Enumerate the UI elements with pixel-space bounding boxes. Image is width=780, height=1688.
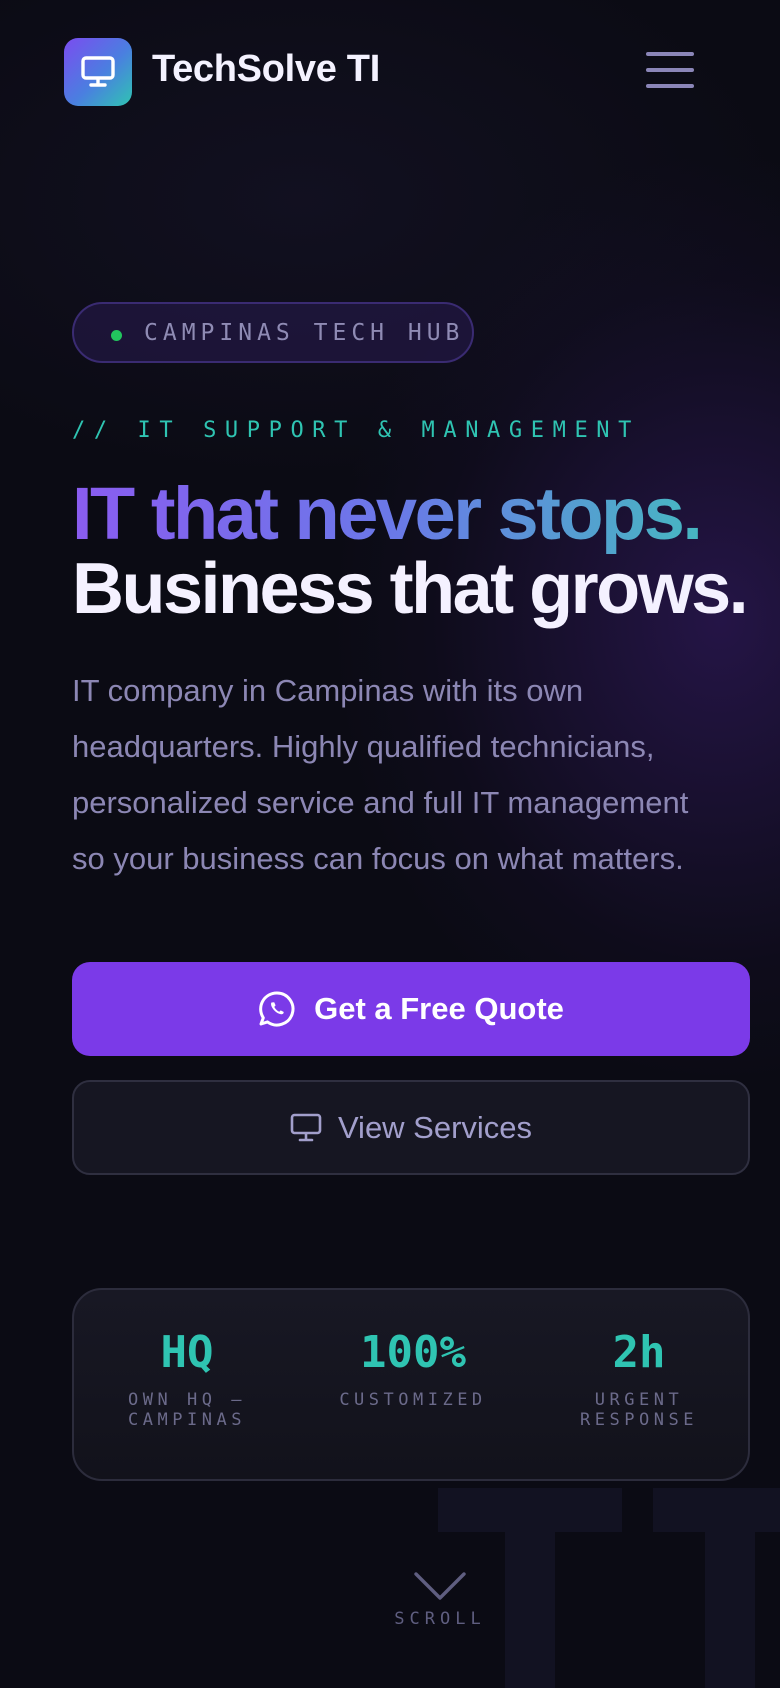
stat-value: 2h: [612, 1327, 666, 1378]
location-badge: CAMPINAS TECH HUB: [72, 302, 474, 363]
stat-value: HQ: [160, 1327, 214, 1378]
stat-label: CUSTOMIZED: [339, 1390, 487, 1410]
hamburger-menu-icon: [646, 52, 694, 56]
view-services-button[interactable]: View Services: [72, 1080, 750, 1175]
site-header: TechSolve TI: [64, 38, 714, 106]
menu-button[interactable]: [646, 52, 696, 92]
scroll-label: SCROLL: [394, 1609, 486, 1629]
whatsapp-icon: [259, 991, 295, 1027]
eyebrow-text: // IT SUPPORT & MANAGEMENT: [72, 418, 640, 443]
stat-label: URGENT RESPONSE: [580, 1390, 698, 1430]
stat-item: 2h URGENT RESPONSE: [526, 1327, 752, 1431]
stat-item: HQ OWN HQ — CAMPINAS: [74, 1327, 300, 1431]
stats-card: HQ OWN HQ — CAMPINAS 100% CUSTOMIZED 2h …: [72, 1288, 750, 1481]
hero-title: IT that never stops. Business that grows…: [72, 474, 780, 629]
status-dot: [111, 330, 122, 341]
badge-label: CAMPINAS TECH HUB: [144, 320, 465, 346]
monitor-icon: [290, 1113, 322, 1141]
get-quote-button[interactable]: Get a Free Quote: [72, 962, 750, 1056]
stat-label: OWN HQ — CAMPINAS: [128, 1390, 246, 1430]
hero-description: IT company in Campinas with its own head…: [72, 673, 689, 876]
get-quote-label: Get a Free Quote: [314, 991, 564, 1026]
stat-value: 100%: [360, 1327, 466, 1378]
chevron-down-icon: [414, 1572, 466, 1600]
brand-name[interactable]: TechSolve TI: [152, 48, 380, 91]
logo[interactable]: [64, 38, 132, 106]
stat-item: 100% CUSTOMIZED: [300, 1327, 526, 1411]
monitor-icon: [81, 56, 115, 87]
view-services-label: View Services: [337, 1109, 533, 1145]
hero-title-line2: Business that grows.: [72, 549, 749, 629]
scroll-indicator[interactable]: SCROLL: [390, 1572, 490, 1629]
hero-title-line1: IT that never stops.: [72, 474, 780, 554]
